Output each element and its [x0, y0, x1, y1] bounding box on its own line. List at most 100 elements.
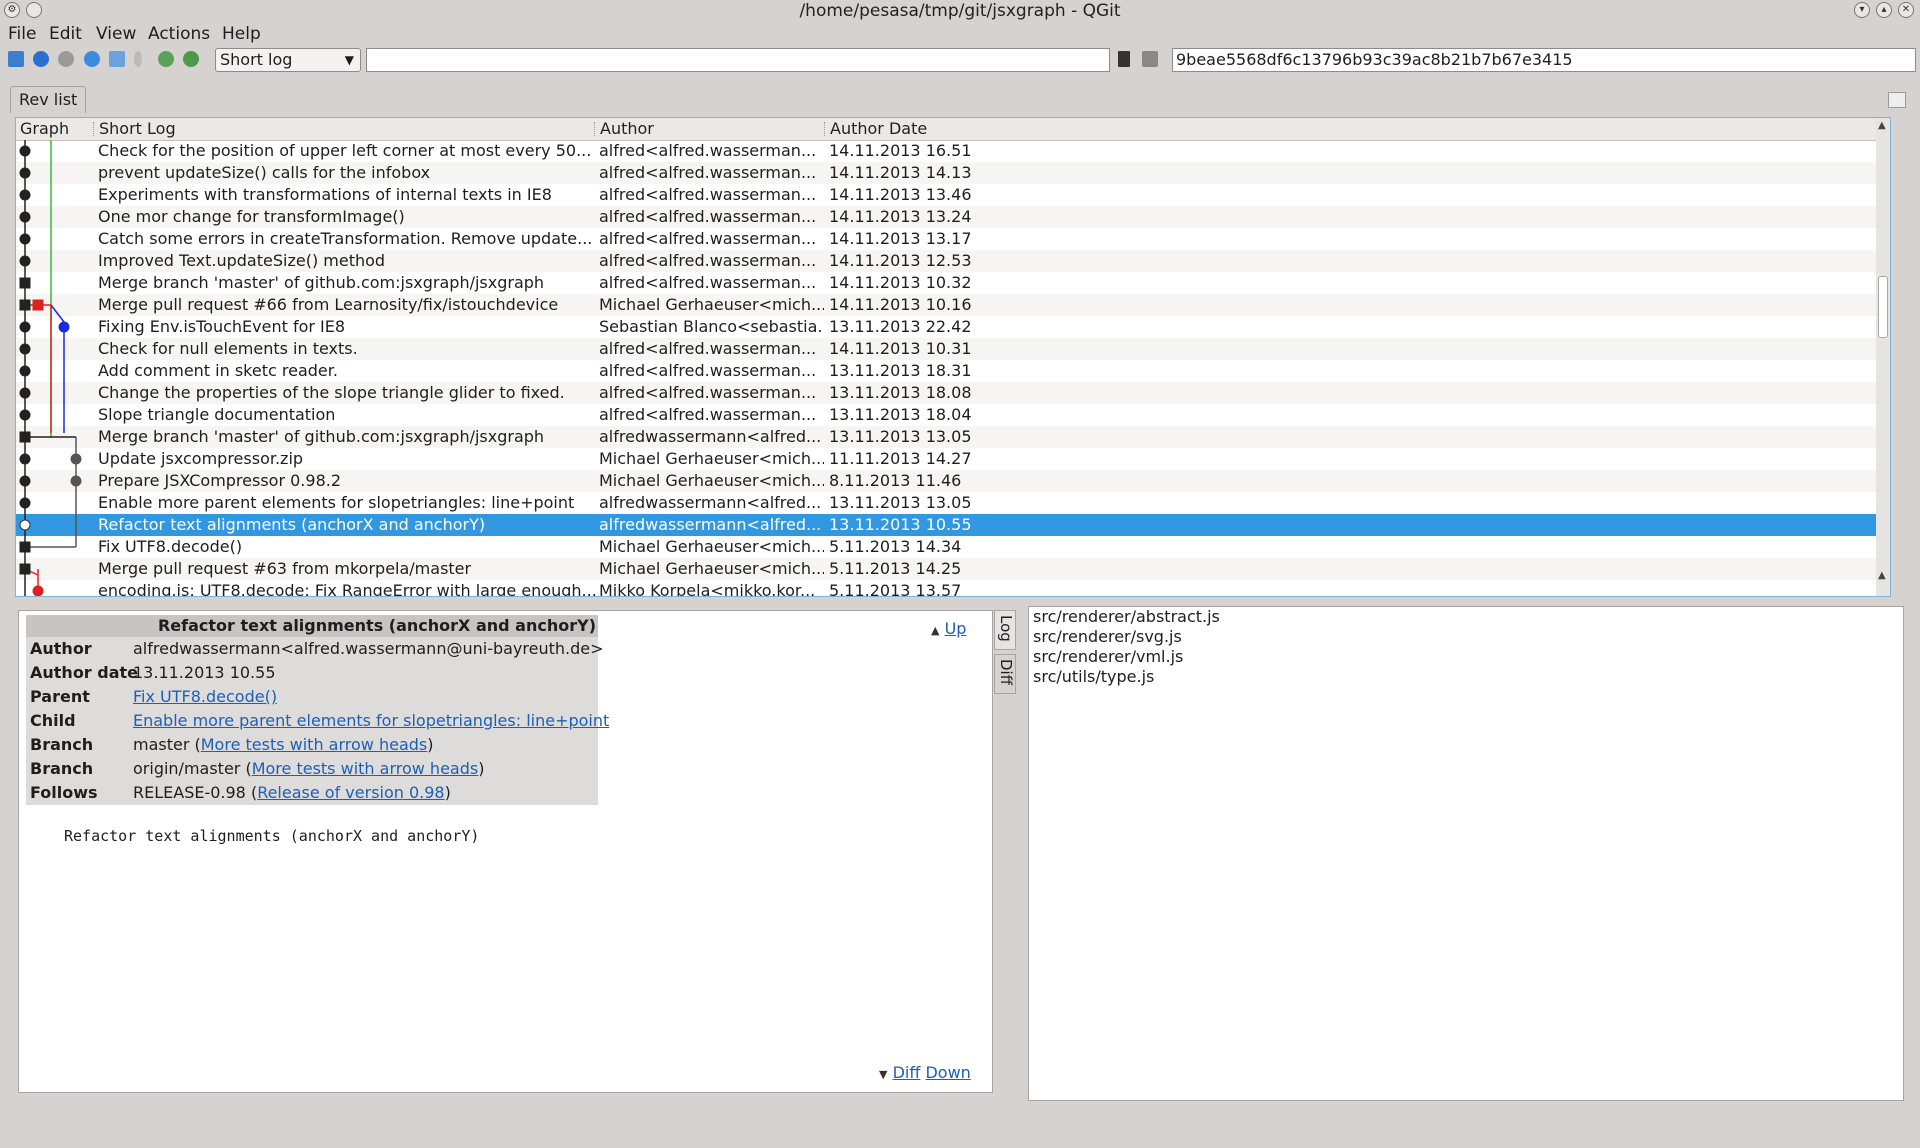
commit-icon[interactable] — [158, 51, 174, 67]
graph-node — [19, 189, 31, 201]
graph-node — [32, 299, 44, 311]
commit-row[interactable]: prevent updateSize() calls for the infob… — [16, 162, 1890, 184]
column-author[interactable]: Author — [600, 118, 654, 140]
commit-author: Michael Gerhaeuser<mich... — [599, 537, 824, 556]
graph-node — [19, 431, 31, 443]
graph-node — [32, 585, 44, 596]
commit-short-log: Slope triangle documentation — [98, 405, 336, 424]
commit-row[interactable]: Add comment in sketc reader. alfred<alfre… — [16, 360, 1890, 382]
info-value: alfredwassermann<alfred.wassermann@uni-b… — [133, 639, 604, 658]
commit-author: alfred<alfred.wasserman... — [599, 251, 817, 270]
menu-actions[interactable]: Actions — [148, 22, 210, 46]
tab-rev-list[interactable]: Rev list — [10, 86, 87, 113]
commit-date: 14.11.2013 12.53 — [829, 251, 972, 270]
view-mode-select[interactable]: Short log ▼ — [215, 48, 361, 72]
menu-edit[interactable]: Edit — [49, 22, 82, 46]
commit-row[interactable]: Prepare JSXCompressor 0.98.2 Michael Gerh… — [16, 470, 1890, 492]
forward-icon[interactable] — [58, 51, 74, 67]
commit-row[interactable]: Fix UTF8.decode() Michael Gerhaeuser<mich… — [16, 536, 1890, 558]
sha-input[interactable]: 9beae5568df6c13796b93c39ac8b21b7b67e3415 — [1172, 48, 1916, 72]
tab-log[interactable]: Log — [994, 610, 1016, 650]
commit-short-log: encoding.js: UTF8.decode: Fix RangeError… — [98, 581, 597, 597]
file-item[interactable]: src/renderer/svg.js — [1033, 627, 1182, 647]
tab-diff-label: Diff — [997, 659, 1015, 686]
file-item[interactable]: src/utils/type.js — [1033, 667, 1154, 687]
scroll-thumb[interactable] — [1878, 276, 1888, 338]
column-author-date[interactable]: Author Date — [830, 118, 927, 140]
commit-date: 14.11.2013 10.32 — [829, 273, 972, 292]
menu-help[interactable]: Help — [222, 22, 261, 46]
menu-view[interactable]: View — [96, 22, 136, 46]
column-separator[interactable] — [824, 122, 826, 136]
commit-row[interactable]: Enable more parent elements for slopetri… — [16, 492, 1890, 514]
minimize-icon[interactable]: ▾ — [1854, 2, 1870, 18]
commit-row[interactable]: Merge branch 'master' of github.com:jsxg… — [16, 272, 1890, 294]
column-separator[interactable] — [594, 122, 596, 136]
file-item[interactable]: src/renderer/vml.js — [1033, 647, 1183, 667]
scroll-up-icon[interactable]: ▲ — [1878, 120, 1886, 131]
close-icon[interactable]: ✕ — [1898, 2, 1914, 18]
tab-diff[interactable]: Diff — [994, 654, 1016, 694]
push-icon[interactable] — [183, 51, 199, 67]
find-icon[interactable] — [1142, 51, 1158, 67]
commit-row[interactable]: Merge pull request #63 from mkorpela/mas… — [16, 558, 1890, 580]
graph-node — [19, 541, 31, 553]
refresh-icon[interactable] — [84, 51, 100, 67]
file-list: src/renderer/abstract.js src/renderer/sv… — [1028, 606, 1904, 1101]
menu-file[interactable]: File — [8, 22, 36, 46]
commit-row[interactable]: Experiments with transformations of inte… — [16, 184, 1890, 206]
filter-icon[interactable] — [1118, 51, 1130, 67]
commit-row[interactable]: Update jsxcompressor.zip Michael Gerhaeus… — [16, 448, 1890, 470]
commit-row[interactable]: Fixing Env.isTouchEvent for IE8 Sebastian… — [16, 316, 1890, 338]
commit-row[interactable]: Slope triangle documentation alfred<alfre… — [16, 404, 1890, 426]
commit-author: Mikko Korpela<mikko.kor... — [599, 581, 816, 597]
commit-date: 14.11.2013 13.24 — [829, 207, 972, 226]
commit-row[interactable]: Refactor text alignments (anchorX and an… — [16, 514, 1890, 536]
info-row-parent: Parent Fix UTF8.decode() — [26, 685, 598, 709]
diff-link[interactable]: Diff — [893, 1063, 921, 1082]
view-icon[interactable] — [109, 51, 125, 67]
commit-author: alfred<alfred.wasserman... — [599, 361, 817, 380]
up-link[interactable]: Up — [945, 619, 967, 638]
commit-author: alfred<alfred.wasserman... — [599, 163, 817, 182]
open-folder-icon[interactable] — [8, 51, 24, 67]
column-short-log[interactable]: Short Log — [99, 118, 176, 140]
rev-list-scrollbar[interactable]: ▲ ▲ — [1876, 118, 1890, 596]
commit-row[interactable]: Change the properties of the slope trian… — [16, 382, 1890, 404]
commit-row[interactable]: Improved Text.updateSize() method alfred<… — [16, 250, 1890, 272]
scroll-down-icon[interactable]: ▲ — [1878, 570, 1886, 581]
tag-link[interactable]: Release of version 0.98 — [257, 783, 444, 802]
commit-row[interactable]: One mor change for transformImage() alfre… — [16, 206, 1890, 228]
child-link[interactable]: Enable more parent elements for slopetri… — [133, 709, 609, 733]
commit-author: Michael Gerhaeuser<mich... — [599, 295, 824, 314]
parent-link[interactable]: Fix UTF8.decode() — [133, 685, 277, 709]
commit-author: alfred<alfred.wasserman... — [599, 207, 817, 226]
commit-row[interactable]: Catch some errors in createTransformatio… — [16, 228, 1890, 250]
commit-row[interactable]: Merge pull request #66 from Learnosity/f… — [16, 294, 1890, 316]
back-icon[interactable] — [33, 51, 49, 67]
maximize-icon[interactable]: ▴ — [1876, 2, 1892, 18]
file-item[interactable]: src/renderer/abstract.js — [1033, 607, 1220, 627]
commit-row[interactable]: encoding.js: UTF8.decode: Fix RangeError… — [16, 580, 1890, 597]
commit-date: 13.11.2013 22.42 — [829, 317, 972, 336]
up-arrow-icon: ▲ — [931, 624, 940, 637]
toolbar: Short log ▼ 9beae5568df6c13796b93c39ac8b… — [0, 46, 1920, 74]
commit-short-log: prevent updateSize() calls for the infob… — [98, 163, 431, 182]
info-row-date: Author date 13.11.2013 10.55 — [26, 661, 598, 685]
close-tab-icon[interactable] — [1888, 92, 1906, 108]
commit-row[interactable]: Check for the position of upper left cor… — [16, 140, 1890, 162]
commit-short-log: Add comment in sketc reader. — [98, 361, 338, 380]
graph-node — [19, 167, 31, 179]
rev-list-header: Graph Short Log Author Author Date — [16, 118, 1890, 141]
graph-node — [70, 475, 82, 487]
down-link[interactable]: Down — [925, 1063, 970, 1082]
commit-row[interactable]: Merge branch 'master' of github.com:jsxg… — [16, 426, 1890, 448]
chevron-down-icon: ▼ — [344, 53, 354, 67]
filter-input[interactable] — [366, 48, 1110, 72]
wand-icon[interactable] — [134, 51, 142, 67]
graph-node — [19, 519, 31, 531]
branch-link[interactable]: More tests with arrow heads — [252, 759, 479, 778]
menu-bar: File Edit View Actions Help — [0, 22, 1920, 46]
branch-link[interactable]: More tests with arrow heads — [201, 735, 428, 754]
commit-row[interactable]: Check for null elements in texts. alfred<… — [16, 338, 1890, 360]
